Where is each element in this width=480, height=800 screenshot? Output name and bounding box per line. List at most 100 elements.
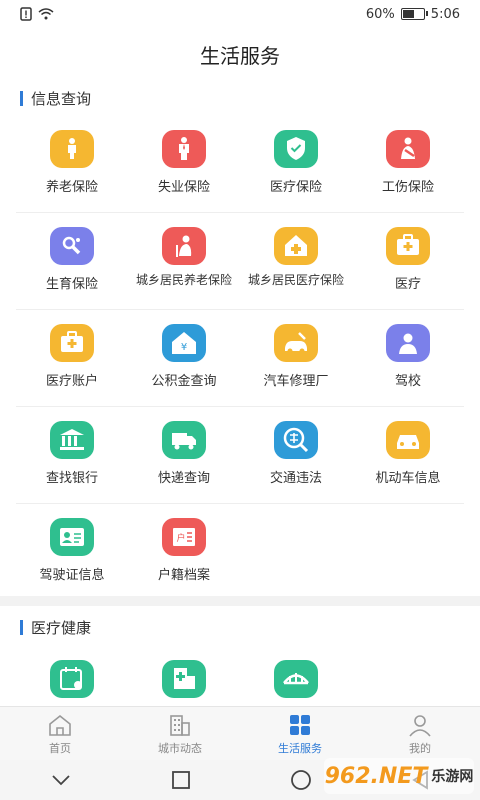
service-label: 城乡居民养老保险 [135, 273, 232, 287]
service-item[interactable]: 交通违法 [240, 407, 352, 503]
home-circle-icon[interactable] [290, 769, 312, 791]
section-title-text: 信息查询 [31, 90, 92, 108]
grid-row: 查找银行 快递查询 交通违法 机动车信息 [16, 407, 464, 504]
tab-life-services[interactable]: 生活服务 [240, 707, 360, 761]
service-label: 快递查询 [157, 471, 210, 486]
empty-cell [352, 646, 464, 706]
service-label: 公积金查询 [151, 374, 217, 389]
service-item[interactable]: 工伤保险 [352, 116, 464, 212]
service-item[interactable]: 生育保险 [16, 213, 128, 309]
wifi-icon [38, 8, 54, 20]
tab-label: 我的 [409, 741, 431, 755]
driver-icon [386, 324, 430, 362]
status-left [20, 7, 54, 21]
service-label: 生育保险 [45, 277, 98, 292]
elderly-icon [50, 130, 94, 168]
service-label: 查找银行 [45, 471, 98, 486]
svg-text:¥: ¥ [181, 342, 187, 353]
tab-city-news[interactable]: 城市动态 [120, 707, 240, 761]
section-accent-bar [20, 91, 23, 106]
service-item[interactable]: 驾驶证信息 [16, 504, 128, 600]
service-label: 工伤保险 [381, 180, 434, 195]
tab-label: 城市动态 [158, 741, 202, 755]
yuan-house-icon: ¥ [162, 324, 206, 362]
service-label: 驾驶证信息 [39, 568, 105, 583]
service-item[interactable] [16, 646, 128, 706]
service-item[interactable]: 驾校 [352, 310, 464, 406]
service-item[interactable]: 养老保险 [16, 116, 128, 212]
section-title-info: 信息查询 [20, 88, 91, 109]
city-icon [170, 714, 190, 736]
battery-icon [400, 8, 428, 20]
medical-kit-icon [386, 227, 430, 265]
bank-icon [50, 421, 94, 459]
health-service-grid [16, 646, 464, 706]
service-item[interactable]: 查找银行 [16, 407, 128, 503]
grid-row: 医疗账户 ¥ 公积金查询 汽车修理厂 驾校 [16, 310, 464, 407]
service-label: 医疗 [394, 277, 421, 292]
service-item[interactable]: 快递查询 [128, 407, 240, 503]
tab-home[interactable]: 首页 [0, 707, 120, 761]
tab-label: 生活服务 [278, 741, 322, 755]
service-label: 医疗账户 [45, 374, 98, 389]
service-item[interactable]: 城乡居民养老保险 [128, 213, 240, 309]
status-right: 60% 5:06 [366, 7, 460, 22]
battery-percent: 60% [365, 6, 395, 22]
appointment-icon [50, 660, 94, 698]
service-item[interactable]: 机动车信息 [352, 407, 464, 503]
service-item[interactable] [240, 646, 352, 706]
service-label: 汽车修理厂 [263, 374, 329, 389]
service-label: 交通违法 [269, 471, 322, 486]
service-label: 医疗保险 [269, 180, 322, 195]
home-icon [49, 714, 71, 736]
watermark-logo: 962.NET 乐游网 [324, 758, 474, 794]
service-item[interactable]: ¥ 公积金查询 [128, 310, 240, 406]
recent-apps-icon[interactable] [171, 770, 191, 790]
tab-profile[interactable]: 我的 [360, 707, 480, 761]
grid-icon [290, 714, 310, 735]
service-label: 养老保险 [45, 180, 98, 195]
bridge-icon [274, 660, 318, 698]
tab-label: 首页 [49, 741, 71, 755]
sim-alert-icon [20, 7, 32, 21]
info-service-grid: 养老保险 失业保险 医疗保险 工伤保险 生育保险 城乡居民养老保险 城乡居民医疗保险 医疗 医疗… [16, 116, 464, 600]
grid-row: 养老保险 失业保险 医疗保险 工伤保险 [16, 116, 464, 213]
medical-kit-icon [50, 324, 94, 362]
service-label: 机动车信息 [375, 471, 441, 486]
section-title-text: 医疗健康 [31, 619, 92, 637]
service-label: 城乡居民医疗保险 [247, 273, 344, 287]
grid-row: 生育保险 城乡居民养老保险 城乡居民医疗保险 医疗 [16, 213, 464, 310]
injury-icon [386, 130, 430, 168]
service-item[interactable]: 失业保险 [128, 116, 240, 212]
hospital-house-icon [274, 227, 318, 265]
battery-fill [402, 10, 414, 18]
grid-row [16, 646, 464, 706]
elder-person-icon [162, 227, 206, 265]
page-title: 生活服务 [200, 43, 280, 68]
section-title-health: 医疗健康 [20, 617, 91, 638]
truck-icon [162, 421, 206, 459]
service-label: 驾校 [394, 374, 421, 389]
empty-cell [352, 504, 464, 600]
bottom-tab-bar: 首页 城市动态 生活服务 我的 [0, 706, 480, 761]
svg-text:户: 户 [176, 532, 185, 544]
service-item[interactable]: 户户籍档案 [128, 504, 240, 600]
clock: 5:06 [430, 6, 460, 22]
user-icon [409, 714, 431, 737]
service-item[interactable]: 医疗 [352, 213, 464, 309]
hospital-building-icon [162, 660, 206, 698]
section-divider [0, 596, 480, 606]
service-label: 户籍档案 [157, 568, 210, 583]
chevron-down-icon[interactable] [50, 773, 72, 787]
service-item[interactable]: 汽车修理厂 [240, 310, 352, 406]
unemployed-icon [162, 130, 206, 168]
car-repair-icon [274, 324, 318, 362]
service-item[interactable]: 医疗保险 [240, 116, 352, 212]
page-header: 生活服务 [0, 28, 480, 80]
service-item[interactable] [128, 646, 240, 706]
car-icon [386, 421, 430, 459]
service-item[interactable]: 城乡居民医疗保险 [240, 213, 352, 309]
section-accent-bar [20, 620, 23, 635]
service-item[interactable]: 医疗账户 [16, 310, 128, 406]
shield-icon [274, 130, 318, 168]
